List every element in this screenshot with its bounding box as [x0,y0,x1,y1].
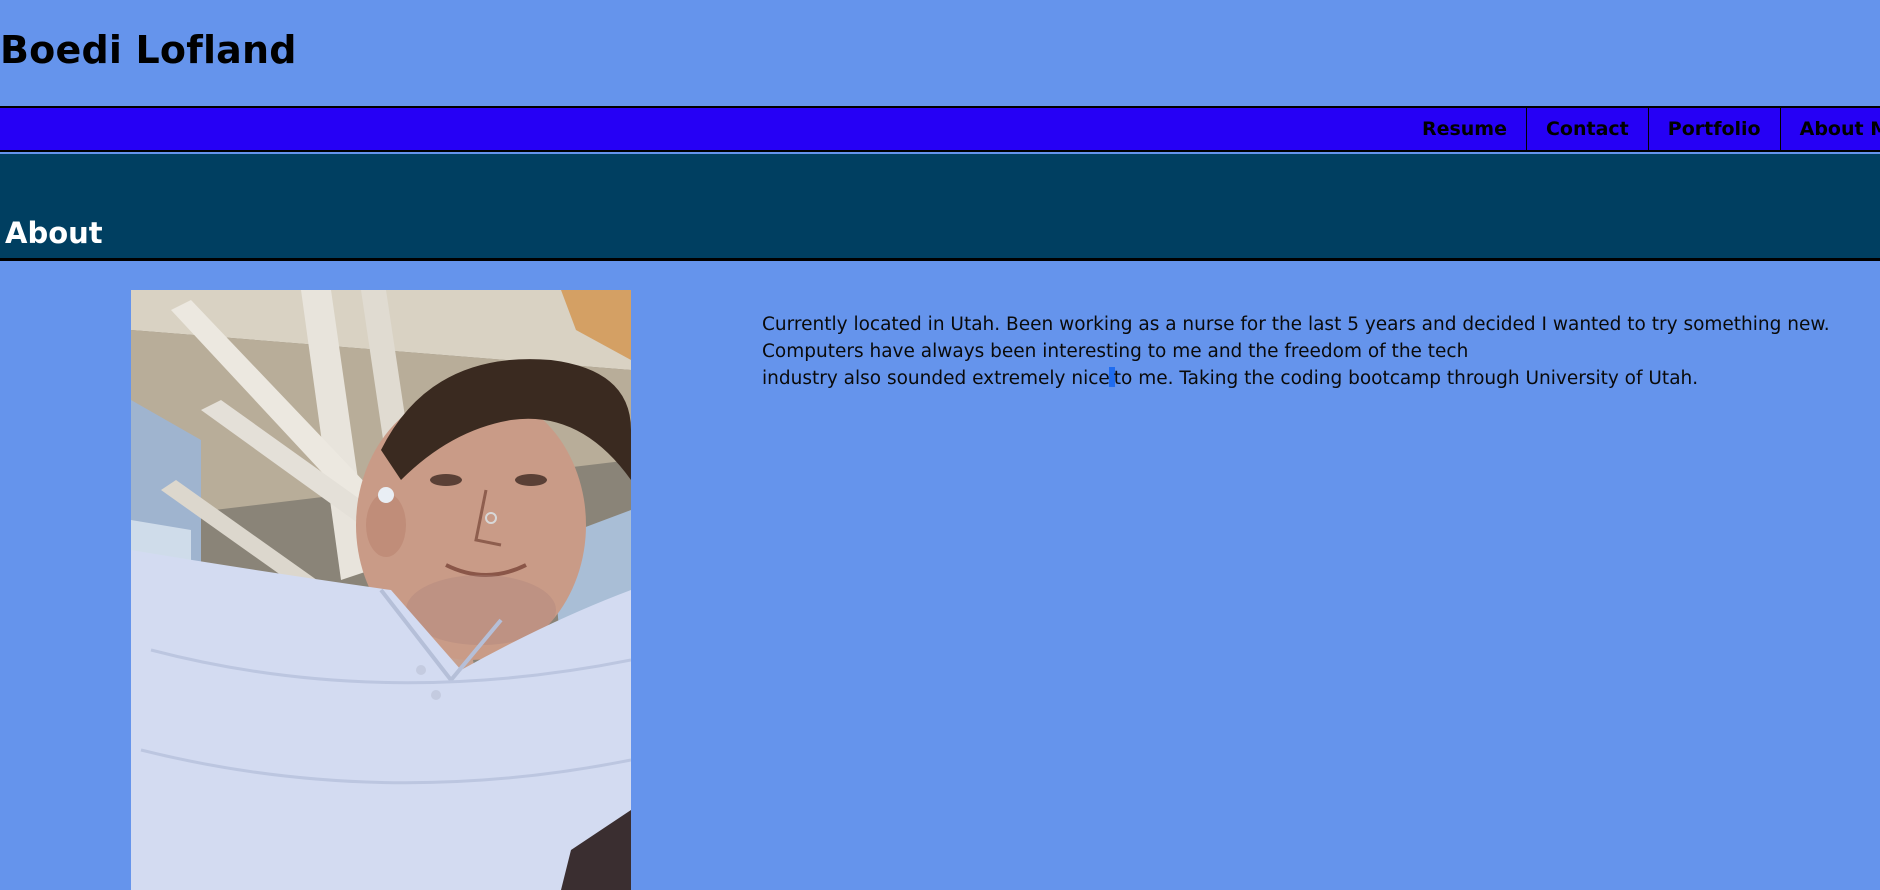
site-header: Boedi Lofland [0,0,1880,106]
about-line-3-start: industry also sounded extremely nice [762,368,1110,389]
about-line-3-end: to me. Taking the coding bootcamp throug… [1113,368,1699,389]
profile-photo [131,290,631,890]
site-title: Boedi Lofland [0,28,297,72]
about-line-3: industry also sounded extremely nice to m… [762,365,1862,392]
about-text: Currently located in Utah. Been working … [762,311,1862,392]
nav-link-portfolio[interactable]: Portfolio [1647,108,1780,150]
nav-link-resume[interactable]: Resume [1403,108,1526,150]
nav-link-contact[interactable]: Contact [1525,108,1648,150]
nav-list: Resume Contact Portfolio About Me [1403,108,1880,150]
about-section-header: About [0,154,1880,261]
nav-link-about-me[interactable]: About Me [1779,108,1880,150]
main-navbar: Resume Contact Portfolio About Me [0,106,1880,152]
about-line-2: Computers have always been interesting t… [762,341,1469,362]
about-heading: About [5,216,103,250]
about-line-1: Currently located in Utah. Been working … [762,314,1830,335]
